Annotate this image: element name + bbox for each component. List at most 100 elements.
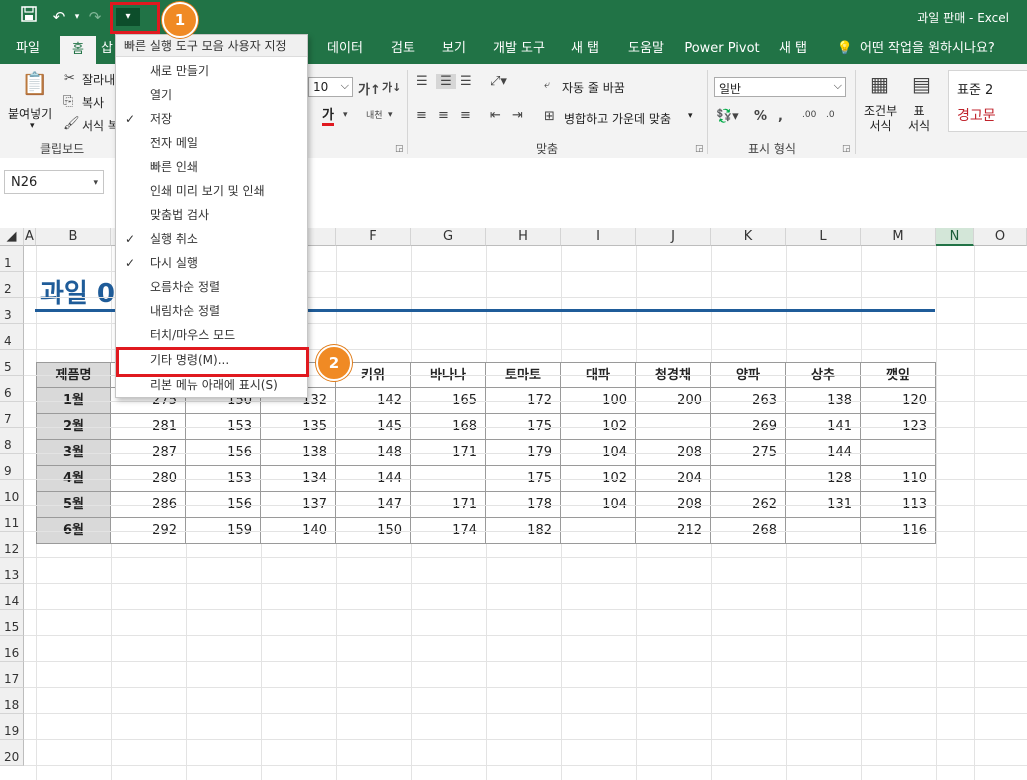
qat-menu-item[interactable]: 인쇄 미리 보기 및 인쇄 bbox=[116, 179, 307, 203]
decrease-decimal-icon[interactable]: .0 bbox=[826, 110, 835, 120]
percent-icon[interactable]: % bbox=[754, 109, 767, 124]
tab-view[interactable]: 보기 bbox=[432, 34, 476, 64]
redo-icon[interactable]: ↷ bbox=[84, 6, 106, 28]
row-header[interactable]: 19 bbox=[0, 714, 24, 740]
qat-menu-item[interactable]: 내림차순 정렬 bbox=[116, 299, 307, 323]
row-header[interactable]: 10 bbox=[0, 480, 24, 506]
align-top-icon[interactable]: ☰ bbox=[416, 74, 428, 89]
align-left-icon[interactable]: ≡ bbox=[416, 108, 427, 123]
increase-decimal-icon[interactable]: .00 bbox=[802, 110, 816, 120]
row-header[interactable]: 3 bbox=[0, 298, 24, 324]
row-header[interactable]: 11 bbox=[0, 506, 24, 532]
comma-icon[interactable]: , bbox=[778, 109, 783, 124]
tab-home[interactable]: 홈 bbox=[60, 36, 96, 64]
row-header[interactable]: 20 bbox=[0, 740, 24, 766]
font-dialog-launcher-icon[interactable]: ◲ bbox=[395, 144, 404, 154]
row-header[interactable]: 6 bbox=[0, 376, 24, 402]
qat-menu-item[interactable]: 빠른 인쇄 bbox=[116, 155, 307, 179]
tab-power-pivot[interactable]: Power Pivot bbox=[684, 34, 760, 64]
tab-help[interactable]: 도움말 bbox=[618, 34, 674, 64]
cut-button[interactable]: 잘라내 bbox=[82, 71, 116, 88]
column-header-n[interactable]: N bbox=[936, 228, 974, 246]
conditional-format-button[interactable]: 조건부 서식 bbox=[864, 104, 897, 134]
qat-menu-item[interactable]: 오름차순 정렬 bbox=[116, 275, 307, 299]
font-color-icon[interactable]: 가 bbox=[322, 108, 334, 126]
tab-review[interactable]: 검토 bbox=[380, 34, 426, 64]
phonetic-icon[interactable]: 내천 bbox=[366, 108, 383, 121]
column-header-o[interactable]: O bbox=[974, 228, 1027, 246]
phonetic-dropdown-icon[interactable]: ▾ bbox=[388, 110, 393, 120]
tab-developer[interactable]: 개발 도구 bbox=[484, 34, 554, 64]
qat-menu-item[interactable]: 열기 bbox=[116, 83, 307, 107]
row-header[interactable]: 16 bbox=[0, 636, 24, 662]
tab-insert[interactable]: 삽입 bbox=[99, 34, 115, 64]
column-header-m[interactable]: M bbox=[861, 228, 936, 246]
increase-indent-icon[interactable]: ⇥ bbox=[512, 108, 523, 123]
style-warning[interactable]: 경고문 bbox=[957, 105, 996, 125]
paste-button[interactable]: 붙여넣기 bbox=[8, 105, 52, 122]
align-middle-icon[interactable]: ☰ bbox=[436, 74, 456, 89]
name-box[interactable]: N26 ▾ bbox=[4, 170, 104, 194]
qat-menu-item[interactable]: ✓ 저장 bbox=[116, 107, 307, 131]
row-header[interactable]: 17 bbox=[0, 662, 24, 688]
table-format-button[interactable]: 표 서식 bbox=[908, 104, 930, 134]
decrease-font-icon[interactable]: 가↓ bbox=[382, 79, 401, 95]
font-size-select[interactable]: 10 ⌵ bbox=[308, 77, 353, 97]
row-header[interactable]: 8 bbox=[0, 428, 24, 454]
row-header[interactable]: 7 bbox=[0, 402, 24, 428]
alignment-dialog-launcher-icon[interactable]: ◲ bbox=[695, 144, 704, 154]
column-header-l[interactable]: L bbox=[786, 228, 861, 246]
column-header-g[interactable]: G bbox=[411, 228, 486, 246]
copy-icon[interactable]: ⎘ bbox=[63, 94, 73, 109]
column-header-f[interactable]: F bbox=[336, 228, 411, 246]
tab-data[interactable]: 데이터 bbox=[320, 34, 370, 64]
qat-menu-item[interactable]: 전자 메일 bbox=[116, 131, 307, 155]
merge-center-icon[interactable]: ⊞ bbox=[544, 109, 555, 124]
row-header[interactable]: 1 bbox=[0, 246, 24, 272]
decrease-indent-icon[interactable]: ⇤ bbox=[490, 108, 501, 123]
number-format-select[interactable]: 일반 ⌵ bbox=[714, 77, 846, 97]
merge-dropdown-icon[interactable]: ▾ bbox=[688, 111, 693, 121]
align-right-icon[interactable]: ≡ bbox=[460, 108, 471, 123]
row-header[interactable]: 12 bbox=[0, 532, 24, 558]
select-all-corner[interactable]: ◢ bbox=[0, 228, 24, 246]
row-header[interactable]: 2 bbox=[0, 272, 24, 298]
tab-new-1[interactable]: 새 탭 bbox=[562, 34, 608, 64]
tab-new-2[interactable]: 새 탭 bbox=[770, 34, 816, 64]
qat-menu-item[interactable]: 맞춤법 검사 bbox=[116, 203, 307, 227]
row-header[interactable]: 13 bbox=[0, 558, 24, 584]
merge-center-button[interactable]: 병합하고 가운데 맞춤 bbox=[564, 110, 671, 127]
increase-font-icon[interactable]: 가↑ bbox=[358, 79, 381, 98]
font-color-dropdown-icon[interactable]: ▾ bbox=[343, 110, 348, 120]
conditional-format-icon[interactable]: ▦ bbox=[870, 72, 889, 96]
row-header[interactable]: 5 bbox=[0, 350, 24, 376]
column-header-b[interactable]: B bbox=[36, 228, 111, 246]
paste-dropdown-icon[interactable]: ▾ bbox=[30, 121, 35, 131]
format-painter-button[interactable]: 서식 복 bbox=[82, 117, 116, 134]
tell-me-search[interactable]: 어떤 작업을 원하시나요? bbox=[860, 34, 1010, 64]
wrap-text-icon[interactable]: ⤶ bbox=[544, 78, 550, 92]
qat-menu-item[interactable]: ✓ 실행 취소 bbox=[116, 227, 307, 251]
format-painter-icon[interactable]: 🖌 bbox=[63, 116, 80, 131]
column-header-i[interactable]: I bbox=[561, 228, 636, 246]
accounting-format-icon[interactable]: 💱▾ bbox=[716, 109, 739, 124]
wrap-text-button[interactable]: 자동 줄 바꿈 bbox=[562, 79, 625, 96]
column-header-k[interactable]: K bbox=[711, 228, 786, 246]
save-icon[interactable] bbox=[18, 6, 40, 28]
table-format-icon[interactable]: ▤ bbox=[912, 72, 931, 96]
row-header[interactable]: 14 bbox=[0, 584, 24, 610]
qat-menu-item[interactable]: 새로 만들기 bbox=[116, 59, 307, 83]
paste-icon[interactable]: 📋 bbox=[20, 72, 50, 97]
copy-button[interactable]: 복사 bbox=[82, 94, 104, 111]
column-header-a[interactable]: A bbox=[24, 228, 36, 246]
style-normal-2[interactable]: 표준 2 bbox=[957, 79, 993, 98]
row-header[interactable]: 18 bbox=[0, 688, 24, 714]
qat-menu-item[interactable]: 터치/마우스 모드 bbox=[116, 323, 307, 347]
tab-file[interactable]: 파일 bbox=[8, 34, 48, 64]
align-center-icon[interactable]: ≡ bbox=[438, 108, 449, 123]
column-header-j[interactable]: J bbox=[636, 228, 711, 246]
row-header[interactable]: 15 bbox=[0, 610, 24, 636]
orientation-icon[interactable]: ⤢▾ bbox=[490, 74, 507, 89]
cut-icon[interactable]: ✂ bbox=[64, 71, 75, 86]
align-bottom-icon[interactable]: ☰ bbox=[460, 74, 472, 89]
